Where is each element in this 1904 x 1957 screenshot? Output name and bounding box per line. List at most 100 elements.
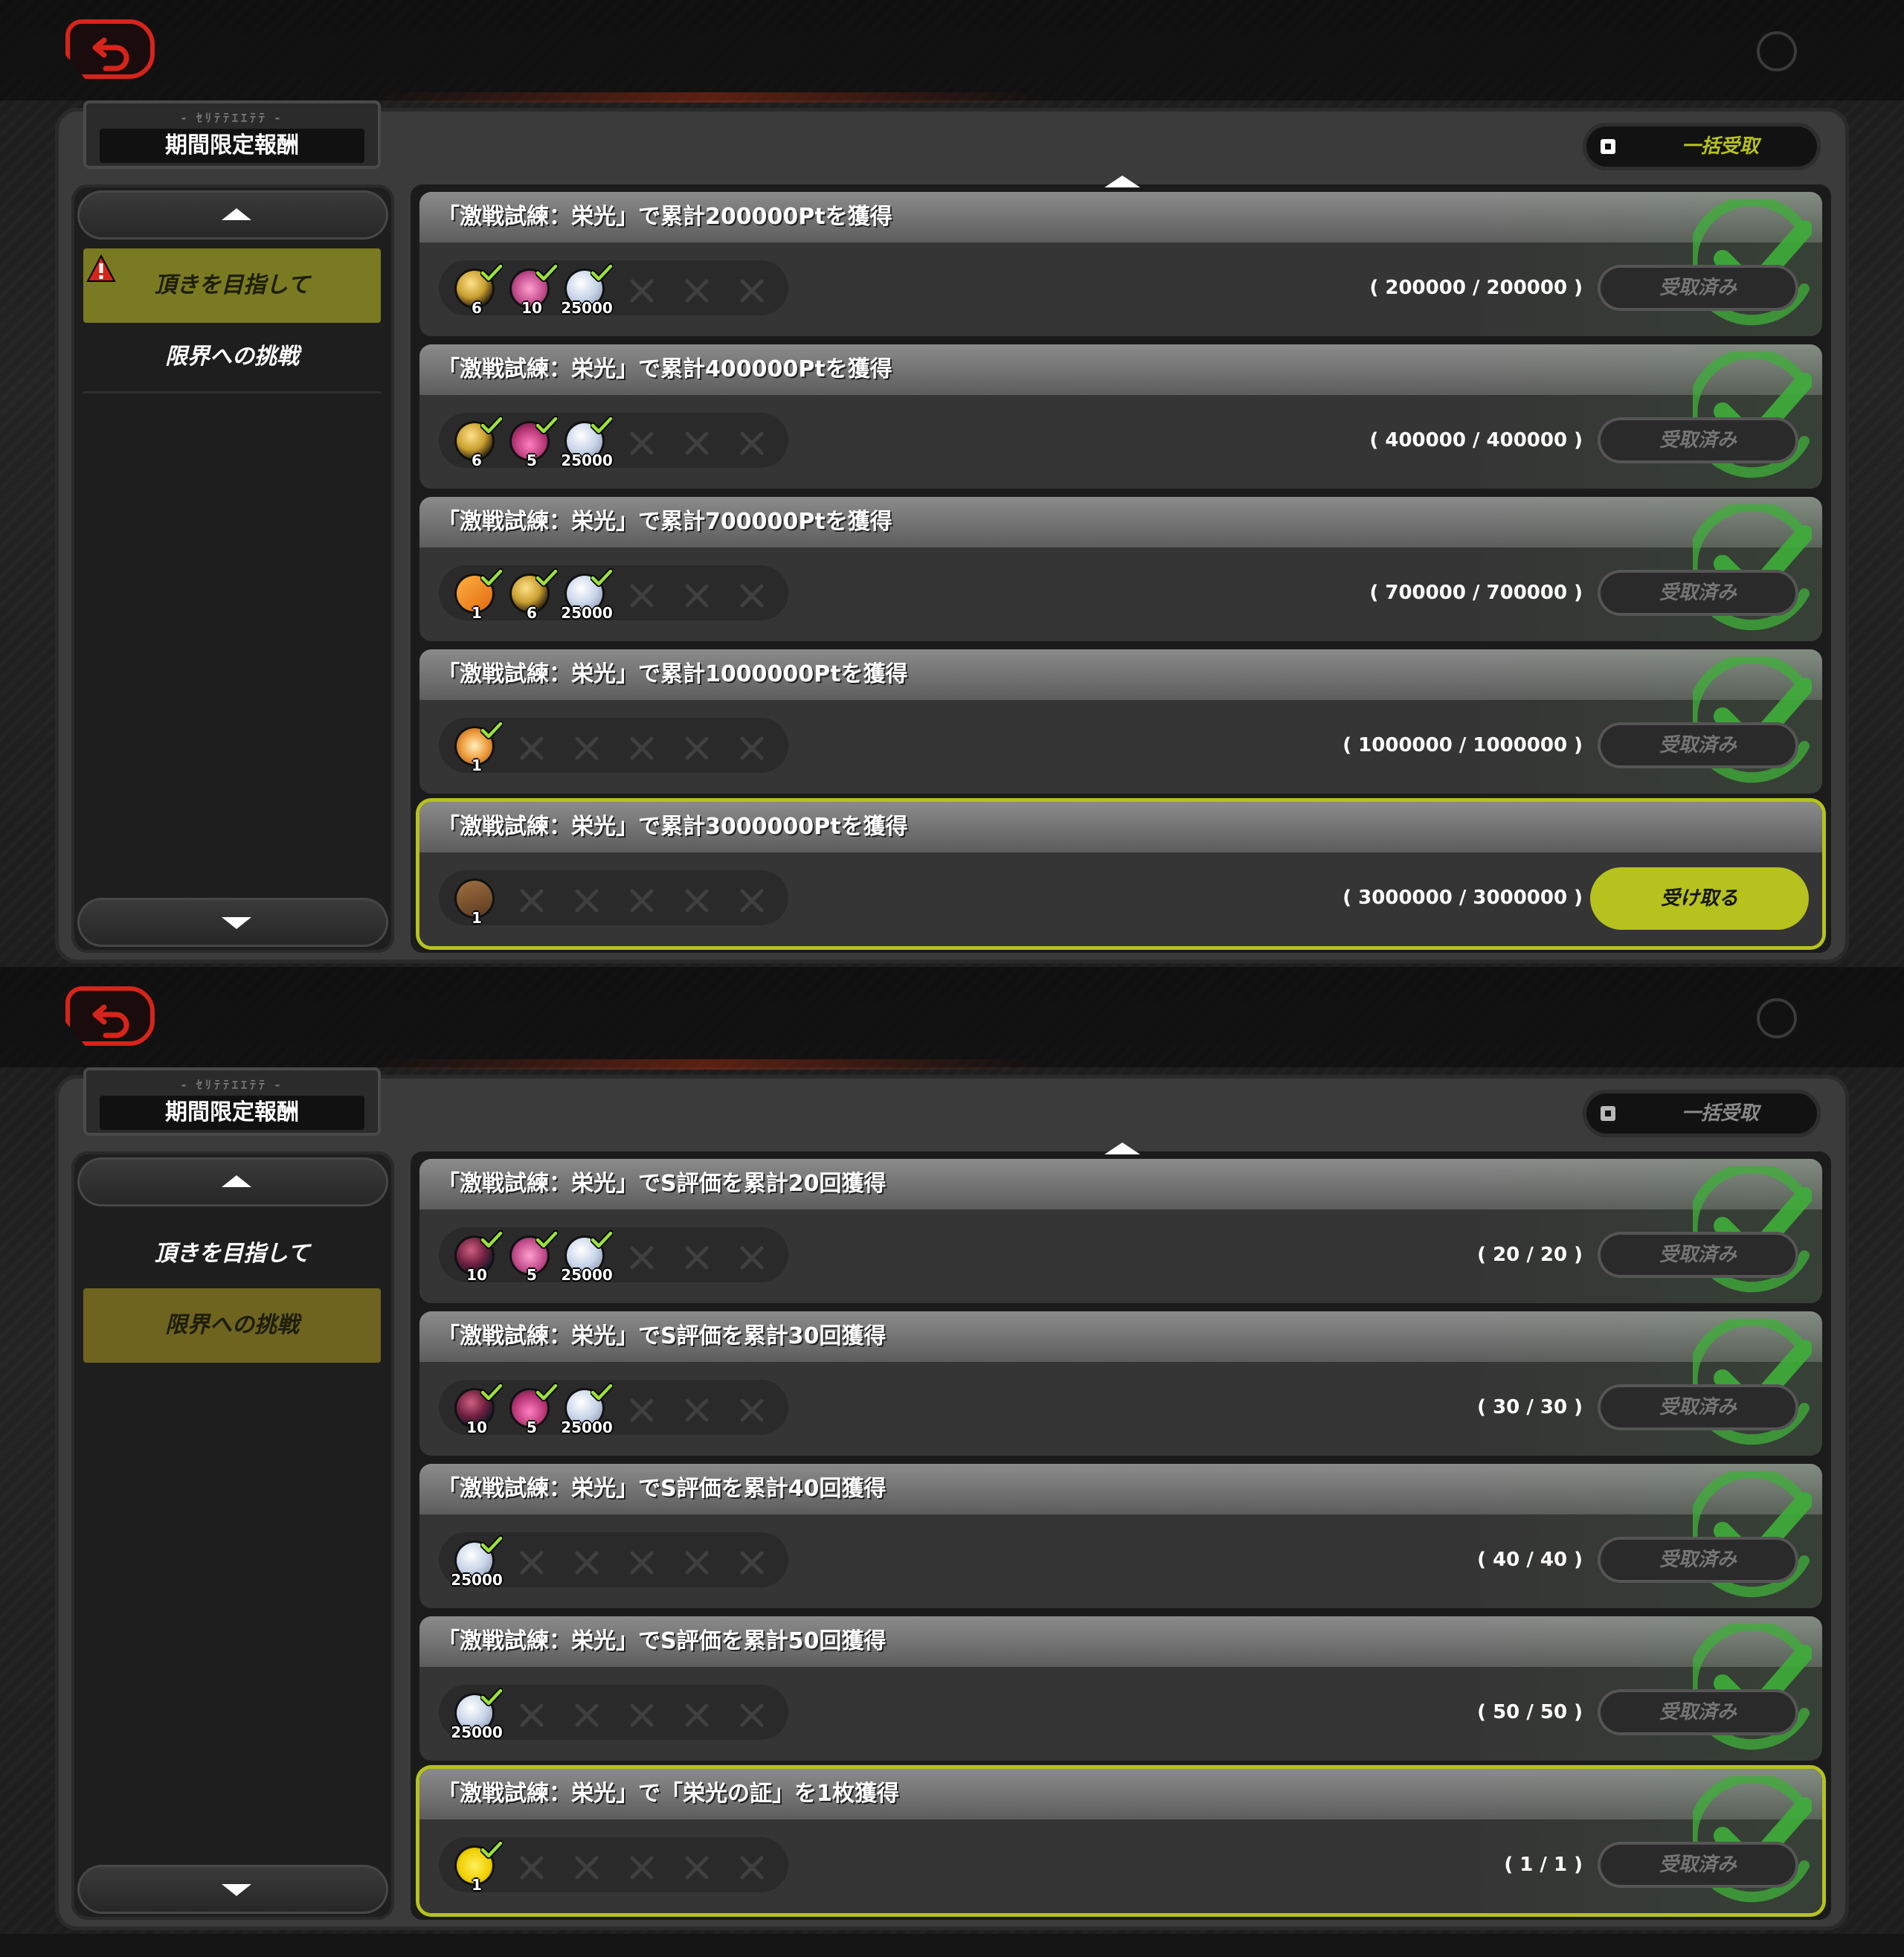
mission-progress: ( 200000 / 200000 ) <box>1369 277 1583 299</box>
reward-item[interactable]: 25000 <box>559 1380 613 1436</box>
category-tab-limit[interactable]: 限界への挑戦 <box>83 320 381 394</box>
reward-item[interactable]: 25000 <box>559 565 613 622</box>
reward-item[interactable]: 1 <box>449 718 503 774</box>
empty-slot-icon <box>740 889 764 913</box>
category-tab-peak[interactable]: 頂きを目指して <box>83 1217 381 1291</box>
category-scroll-up-button[interactable] <box>77 1157 388 1206</box>
reward-item[interactable]: 6 <box>449 413 503 469</box>
panel-title-tab: - ｾﾘﾃﾃｴｴﾃﾃ - 期間限定報酬 <box>83 1067 381 1136</box>
mission-card: 「激戦試練：栄光」でS評価を累計20回獲得10525000( 20 / 20 )… <box>419 1159 1822 1303</box>
category-tab-limit[interactable]: 限界への挑戦 <box>83 1288 381 1363</box>
alert-icon <box>86 254 116 282</box>
mission-card: 「激戦試練：栄光」でS評価を累計50回獲得25000( 50 / 50 )受取済… <box>419 1616 1822 1761</box>
reward-item[interactable]: 1 <box>449 1837 503 1894</box>
empty-slot-icon <box>575 1856 599 1880</box>
down-arrow-icon <box>222 1884 251 1896</box>
received-check-icon <box>536 263 558 282</box>
reward-item[interactable]: 6 <box>504 565 558 622</box>
reward-item[interactable]: 25000 <box>559 413 613 469</box>
empty-slot-icon <box>520 1703 544 1727</box>
top-bar <box>0 967 1904 1067</box>
empty-slot-icon <box>740 1703 764 1727</box>
reward-slots: 1 <box>439 1837 788 1894</box>
reward-slots: 25000 <box>439 1685 788 1741</box>
claim-button: 受取済み <box>1598 722 1798 768</box>
reward-item[interactable]: 5 <box>504 1380 558 1436</box>
claim-button[interactable]: 受け取る <box>1590 867 1809 930</box>
mission-card: 「激戦試練：栄光」で累計700000Ptを獲得1625000( 700000 /… <box>419 497 1822 641</box>
empty-slot-icon <box>685 1246 709 1270</box>
reward-count: 5 <box>527 452 537 469</box>
received-check-icon <box>536 416 558 434</box>
received-check-icon <box>480 568 503 587</box>
reward-count: 25000 <box>561 452 613 469</box>
claim-button: 受取済み <box>1598 1384 1798 1430</box>
reward-count: 6 <box>472 452 482 469</box>
reward-item[interactable]: 10 <box>449 1227 503 1284</box>
mission-progress: ( 40 / 40 ) <box>1477 1549 1583 1571</box>
received-check-icon <box>591 568 613 587</box>
claim-button: 受取済み <box>1598 570 1798 616</box>
mission-progress: ( 3000000 / 3000000 ) <box>1342 887 1583 909</box>
reward-count: 25000 <box>451 1723 503 1741</box>
bulk-claim-button[interactable]: 一括受取 <box>1583 123 1821 170</box>
empty-slot-icon <box>630 1398 654 1422</box>
reward-item[interactable]: 25000 <box>449 1532 503 1589</box>
reward-slots: 6 5 25000 <box>439 413 788 469</box>
empty-slot-icon <box>575 1551 599 1575</box>
empty-slot-icon <box>575 736 599 760</box>
empty-slot-icon <box>740 1246 764 1270</box>
empty-slot-icon <box>520 889 544 913</box>
up-arrow-icon <box>222 1175 251 1187</box>
claim-button: 受取済み <box>1598 1689 1798 1735</box>
empty-slot-icon <box>685 279 709 303</box>
panel-title-tab: - ｾﾘﾃﾃｴｴﾃﾃ - 期間限定報酬 <box>83 100 381 169</box>
category-scroll-up-button[interactable] <box>77 190 388 240</box>
info-icon[interactable] <box>1757 998 1797 1038</box>
reward-item[interactable]: 25000 <box>559 260 613 317</box>
reward-item[interactable]: 6 <box>449 260 503 317</box>
empty-slot-icon <box>740 431 764 455</box>
reward-item[interactable]: 5 <box>504 413 558 469</box>
mission-progress: ( 50 / 50 ) <box>1477 1701 1583 1723</box>
reward-item[interactable]: 10 <box>504 260 558 317</box>
reward-slots: 10 5 25000 <box>439 1380 788 1436</box>
empty-slot-icon <box>685 1703 709 1727</box>
bulk-claim-button[interactable]: 一括受取 <box>1583 1090 1821 1137</box>
reward-slots: 10 5 25000 <box>439 1227 788 1284</box>
empty-slot-icon <box>685 1551 709 1575</box>
reward-slots: 25000 <box>439 1532 788 1589</box>
empty-slot-icon <box>630 889 654 913</box>
reward-item[interactable]: 25000 <box>449 1685 503 1741</box>
received-check-icon <box>480 721 503 739</box>
panel-title: 期間限定報酬 <box>100 129 364 163</box>
back-arrow-icon <box>92 37 129 71</box>
category-scroll-down-button[interactable] <box>77 1865 388 1914</box>
reward-count: 1 <box>472 909 482 927</box>
reward-item[interactable]: 1 <box>449 565 503 622</box>
bulk-claim-label: 一括受取 <box>1681 135 1759 158</box>
empty-slot-icon <box>575 889 599 913</box>
category-scroll-down-button[interactable] <box>77 898 388 947</box>
back-button[interactable] <box>65 986 155 1046</box>
info-icon[interactable] <box>1757 31 1797 71</box>
empty-slot-icon <box>630 1551 654 1575</box>
mission-card: 「激戦試練：栄光」で累計400000Ptを獲得6525000( 400000 /… <box>419 344 1822 489</box>
empty-slot-icon <box>740 736 764 760</box>
reward-slots: 1 <box>439 870 788 927</box>
mission-progress: ( 1 / 1 ) <box>1504 1854 1583 1876</box>
empty-slot-icon <box>630 279 654 303</box>
reward-count: 1 <box>472 604 482 622</box>
mission-progress: ( 20 / 20 ) <box>1477 1244 1583 1266</box>
back-button[interactable] <box>65 19 155 79</box>
received-check-icon <box>591 263 613 282</box>
reward-item[interactable]: 10 <box>449 1380 503 1436</box>
category-tab-peak[interactable]: 頂きを目指して <box>83 248 381 323</box>
reward-item[interactable]: 5 <box>504 1227 558 1284</box>
screen-1: - ｾﾘﾃﾃｴｴﾃﾃ - 期間限定報酬 一括受取 頂きを目指して 限界への挑戦 … <box>0 0 1904 967</box>
up-arrow-icon <box>222 208 251 220</box>
empty-slot-icon <box>740 1551 764 1575</box>
bulk-claim-label: 一括受取 <box>1681 1102 1759 1125</box>
reward-item[interactable]: 25000 <box>559 1227 613 1284</box>
reward-item[interactable]: 1 <box>449 870 501 927</box>
